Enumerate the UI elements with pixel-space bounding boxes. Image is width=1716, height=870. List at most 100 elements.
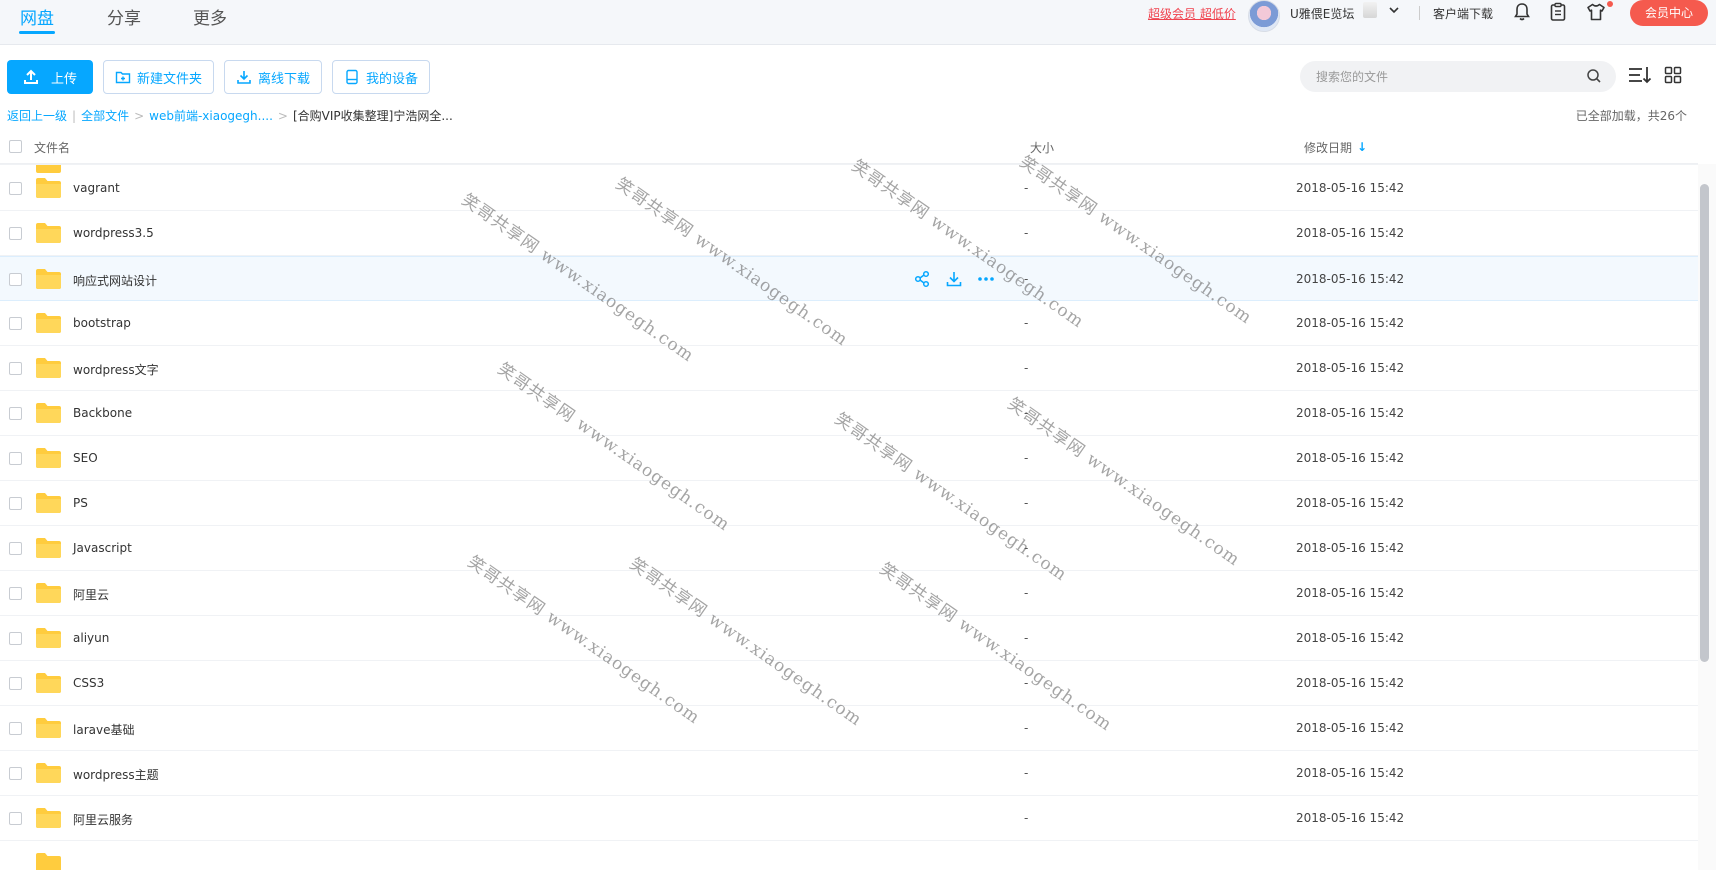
scrollbar-thumb[interactable] <box>1700 184 1709 662</box>
file-name[interactable]: aliyun <box>73 631 109 645</box>
bell-icon[interactable] <box>1511 1 1533 23</box>
tab-more[interactable]: 更多 <box>193 4 227 29</box>
table-row[interactable]: 阿里云服务 - 2018-05-16 15:42 <box>0 796 1698 841</box>
tab-share[interactable]: 分享 <box>107 4 141 29</box>
folder-icon <box>36 538 61 558</box>
col-size-header[interactable]: 大小 <box>1030 139 1054 156</box>
table-row[interactable]: larave基础 - 2018-05-16 15:42 <box>0 706 1698 751</box>
file-list: vagrant - 2018-05-16 15:42 wordpress3.5 … <box>0 164 1698 870</box>
file-date: 2018-05-16 15:42 <box>1296 316 1405 330</box>
table-row[interactable]: PS - 2018-05-16 15:42 <box>0 481 1698 526</box>
table-row[interactable]: wordpress文字 - 2018-05-16 15:42 <box>0 346 1698 391</box>
vip-promo-link[interactable]: 超级会员 超低价 <box>1148 5 1236 22</box>
file-name[interactable]: Javascript <box>73 541 132 555</box>
row-checkbox[interactable] <box>9 407 22 420</box>
file-size: - <box>1024 406 1029 420</box>
file-size: - <box>1024 676 1029 690</box>
share-icon[interactable] <box>912 269 932 289</box>
new-folder-button[interactable]: 新建文件夹 <box>103 60 214 94</box>
table-row[interactable]: vagrant - 2018-05-16 15:42 <box>0 166 1698 211</box>
row-checkbox[interactable] <box>9 587 22 600</box>
new-folder-icon <box>115 71 131 84</box>
col-date-header[interactable]: 修改日期 <box>1304 139 1352 156</box>
offline-download-button[interactable]: 离线下载 <box>224 60 322 94</box>
table-row[interactable]: Backbone - 2018-05-16 15:42 <box>0 391 1698 436</box>
loaded-status: 已全部加载，共26个 <box>1575 109 1687 123</box>
file-size: - <box>1024 586 1029 600</box>
file-size: - <box>1024 496 1029 510</box>
tab-netdisk[interactable]: 网盘 <box>20 4 54 29</box>
file-name[interactable]: PS <box>73 496 88 510</box>
file-size: - <box>1024 541 1029 555</box>
folder-icon <box>36 269 61 289</box>
file-name[interactable]: larave基础 <box>73 721 134 738</box>
folder-icon <box>36 358 61 378</box>
row-checkbox[interactable] <box>9 273 22 286</box>
file-name[interactable]: wordpress3.5 <box>73 226 154 240</box>
my-devices-button[interactable]: 我的设备 <box>332 60 430 94</box>
table-row[interactable]: wordpress3.5 - 2018-05-16 15:42 <box>0 211 1698 256</box>
file-name[interactable]: 响应式网站设计 <box>73 272 157 289</box>
file-name[interactable]: bootstrap <box>73 316 131 330</box>
breadcrumb-current: [合购VIP收集整理]宁浩网全... <box>292 109 453 123</box>
file-name[interactable]: wordpress主题 <box>73 766 159 783</box>
file-name[interactable]: Backbone <box>73 406 132 420</box>
select-all-checkbox[interactable] <box>9 140 22 153</box>
table-row[interactable]: Javascript - 2018-05-16 15:42 <box>0 526 1698 571</box>
grid-view-icon[interactable] <box>1664 66 1682 84</box>
row-checkbox[interactable] <box>9 317 22 330</box>
table-row[interactable]: 响应式网站设计 - 2018-05-16 15:42 <box>0 256 1698 301</box>
file-name[interactable]: 阿里云服务 <box>73 811 133 828</box>
table-row[interactable]: bootstrap - 2018-05-16 15:42 <box>0 301 1698 346</box>
sort-desc-icon[interactable]: ↓ <box>1357 140 1367 154</box>
search-input[interactable] <box>1300 61 1616 92</box>
table-row[interactable]: aliyun - 2018-05-16 15:42 <box>0 616 1698 661</box>
breadcrumb-all-files[interactable]: 全部文件 <box>81 109 129 123</box>
row-checkbox[interactable] <box>9 542 22 555</box>
username[interactable]: U雅偎E览坛 <box>1290 5 1354 22</box>
vip-center-button[interactable]: 会员中心 <box>1630 0 1708 26</box>
sort-icon[interactable] <box>1627 64 1653 86</box>
row-checkbox[interactable] <box>9 362 22 375</box>
row-actions <box>912 269 996 289</box>
breadcrumb-back[interactable]: 返回上一级 <box>7 109 67 123</box>
file-name[interactable]: SEO <box>73 451 98 465</box>
avatar[interactable] <box>1248 0 1280 32</box>
table-row[interactable]: 阿里云 - 2018-05-16 15:42 <box>0 571 1698 616</box>
upload-button[interactable]: 上传 <box>7 60 93 94</box>
col-name-header[interactable]: 文件名 <box>34 139 70 156</box>
row-checkbox[interactable] <box>9 767 22 780</box>
file-name[interactable]: 阿里云 <box>73 586 109 603</box>
file-name[interactable]: vagrant <box>73 181 120 195</box>
file-name[interactable]: CSS3 <box>73 676 104 690</box>
row-checkbox[interactable] <box>9 677 22 690</box>
row-checkbox[interactable] <box>9 812 22 825</box>
file-size: - <box>1024 811 1029 825</box>
file-date: 2018-05-16 15:42 <box>1296 361 1405 375</box>
table-row[interactable]: SEO - 2018-05-16 15:42 <box>0 436 1698 481</box>
search-icon[interactable] <box>1586 68 1602 84</box>
tshirt-icon[interactable] <box>1585 1 1607 23</box>
breadcrumb-level1[interactable]: web前端-xiaogegh.... <box>149 109 273 123</box>
download-icon[interactable] <box>944 269 964 289</box>
row-checkbox[interactable] <box>9 632 22 645</box>
folder-icon <box>36 583 61 603</box>
chevron-down-icon[interactable] <box>1388 4 1400 19</box>
file-date: 2018-05-16 15:42 <box>1296 541 1405 555</box>
file-name[interactable]: wordpress文字 <box>73 361 159 378</box>
table-row[interactable]: wordpress主题 - 2018-05-16 15:42 <box>0 751 1698 796</box>
row-checkbox[interactable] <box>9 452 22 465</box>
folder-icon <box>36 178 61 198</box>
file-size: - <box>1024 316 1029 330</box>
file-size: - <box>1024 226 1029 240</box>
clipboard-icon[interactable] <box>1547 1 1569 23</box>
row-checkbox[interactable] <box>9 722 22 735</box>
more-icon[interactable] <box>976 269 996 289</box>
row-checkbox[interactable] <box>9 497 22 510</box>
top-nav-bar: 网盘 分享 更多 超级会员 超低价 U雅偎E览坛 客户端下载 会员中心 <box>0 0 1716 45</box>
row-checkbox[interactable] <box>9 182 22 195</box>
row-checkbox[interactable] <box>9 227 22 240</box>
table-row[interactable]: CSS3 - 2018-05-16 15:42 <box>0 661 1698 706</box>
client-download-link[interactable]: 客户端下载 <box>1433 5 1493 22</box>
folder-icon <box>36 763 61 783</box>
